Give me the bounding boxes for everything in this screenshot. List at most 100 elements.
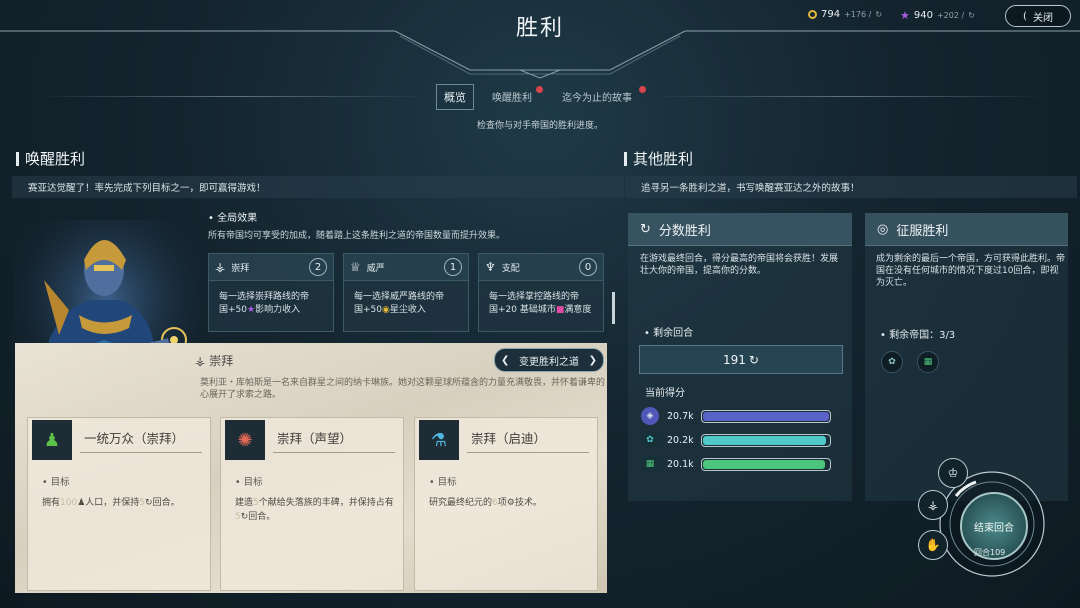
goal-divider <box>273 452 395 453</box>
effect-desc-line2a: 国+50 <box>219 305 247 315</box>
effect-card-dominion[interactable]: ♆ 支配 0 每一选择掌控路线的帝 国+20 基础城市■满意度 <box>478 253 604 332</box>
effect-name: 崇拜 <box>231 263 250 274</box>
goal-label-text: 目标 <box>437 477 457 488</box>
effect-desc: 每一选择掌控路线的帝 国+20 基础城市■满意度 <box>479 281 603 317</box>
effects-scrollbar[interactable] <box>612 292 615 324</box>
empire-emblem-icon: ▦ <box>641 455 659 473</box>
score-bar-fill <box>703 411 829 421</box>
rounds-remaining-label: • 剩余回合 <box>644 328 694 339</box>
goal-label: • 目标 <box>429 477 457 488</box>
path-name-text: 崇拜 <box>209 354 234 368</box>
goal-title: 一统万众（崇拜） <box>84 431 185 446</box>
tab-rule-right <box>652 96 1047 97</box>
goal-card-unity[interactable]: ♟ 一统万众（崇拜） • 目标 拥有100♟人口，并保持5↻回合。 <box>27 417 211 591</box>
empire-emblem-icon: ▦ <box>917 351 939 373</box>
score-value: 20.7k <box>667 410 694 422</box>
empire-emblem-icon: ✿ <box>881 351 903 373</box>
goal-desc: 建造5个献给失落族的丰碑，并保持占有5↻回合。 <box>235 496 397 524</box>
section-marker <box>624 151 627 166</box>
goal-desc-number: 100 <box>60 498 78 508</box>
effect-card-worship[interactable]: ⚶ 崇拜 2 每一选择崇拜路线的帝 国+50★影响力收入 <box>208 253 334 332</box>
tab-overview[interactable]: 概览 <box>436 84 474 110</box>
score-row: ▦ 20.1k <box>641 455 831 473</box>
goal-card-prestige[interactable]: ✺ 崇拜（声望） • 目标 建造5个献给失落族的丰碑，并保持占有5↻回合。 <box>220 417 404 591</box>
star-icon: ★ <box>900 9 910 22</box>
effect-card-majesty[interactable]: ♕ 威严 1 每一选择威严路线的帝 国+50◉星尘收入 <box>343 253 469 332</box>
dust-delta: +202 / <box>936 11 965 20</box>
tab-story-label: 迄今为止的故事 <box>562 93 632 104</box>
alert-dot-icon <box>536 86 543 93</box>
other-banner-text: 追寻另一条胜利之道，书写唤醒赛亚达之外的故事！ <box>641 183 860 194</box>
score-row: ✿ 20.2k <box>641 431 831 449</box>
rounds-remaining-value: 191 <box>723 352 746 367</box>
score-victory-title: 分数胜利 <box>658 223 711 239</box>
dominion-icon: ♆ <box>485 260 496 274</box>
conquest-victory-header: ◎ 征服胜利 <box>865 213 1068 246</box>
effect-count-badge: 2 <box>309 258 327 276</box>
turn-icon: ↻ <box>748 352 759 367</box>
majesty-icon: ♕ <box>350 260 361 274</box>
tab-story-so-far[interactable]: 迄今为止的故事 <box>562 89 632 104</box>
influence-resource: 794 +176 / ↻ <box>808 9 882 20</box>
worship-icon: ⚶ <box>215 260 226 274</box>
goal-divider <box>467 452 589 453</box>
effect-desc: 每一选择威严路线的帝 国+50◉星尘收入 <box>344 281 468 317</box>
effect-card-header: ♕ 威严 1 <box>344 254 468 281</box>
conquest-victory-title: 征服胜利 <box>896 223 949 239</box>
effect-desc-line1: 每一选择崇拜路线的帝 <box>219 292 310 302</box>
score-row: ◈ 20.7k <box>641 407 831 425</box>
turn-icon: ↻ <box>968 11 975 20</box>
global-effects-desc: 所有帝国均可享受的加成，随着踏上这条胜利之道的帝国数量而提升效果。 <box>208 231 506 241</box>
goal-card-enlightenment[interactable]: ⚗ 崇拜（启迪） • 目标 研究最终纪元的6项⚙技术。 <box>414 417 598 591</box>
change-victory-path-button[interactable]: ❮ 变更胜利之道 ❯ <box>494 348 604 372</box>
effect-desc-line2b: 星尘收入 <box>389 305 426 315</box>
conquest-icon: ◎ <box>877 221 889 237</box>
effect-desc-line2b: 满意度 <box>564 305 592 315</box>
chevron-right-icon: ❯ <box>588 354 597 366</box>
score-bar <box>701 409 831 423</box>
turn-icon: ↻ <box>875 10 883 19</box>
remaining-empires-label: • 剩余帝国：3/3 <box>880 330 956 341</box>
goal-desc-b: 个献给失落族的丰碑，并保持占有 <box>258 498 394 508</box>
dust-resource: ★ 940 +202 / ↻ <box>900 9 975 22</box>
effect-name: 支配 <box>501 263 520 274</box>
influence-coin-icon: ◉ <box>382 305 390 315</box>
empire-emblem-icon: ◈ <box>641 407 659 425</box>
goal-desc-a: 拥有 <box>42 498 61 508</box>
spiral-icon: ✺ <box>225 420 265 460</box>
turn-icon: ↻ <box>640 221 651 237</box>
score-victory-header: ↻ 分数胜利 <box>628 213 852 246</box>
tab-awakening-victory[interactable]: 唤醒胜利 <box>492 89 532 104</box>
victory-icon[interactable]: ⚶ <box>918 490 948 520</box>
goal-label-text: 目标 <box>50 477 70 488</box>
effect-card-header: ⚶ 崇拜 2 <box>209 254 333 281</box>
diplomacy-icon[interactable]: ♔ <box>938 458 968 488</box>
effect-desc: 每一选择崇拜路线的帝 国+50★影响力收入 <box>209 281 333 317</box>
rounds-remaining-box: 191 ↻ <box>639 345 843 374</box>
close-button[interactable]: ( 关闭 <box>1005 5 1071 27</box>
empire-emblem-icon: ✿ <box>641 431 659 449</box>
other-victories-title: 其他胜利 <box>624 148 693 169</box>
star-icon: ★ <box>247 305 256 315</box>
tab-awakening-label: 唤醒胜利 <box>492 93 532 104</box>
awakening-banner-text: 赛亚达觉醒了！率先完成下列目标之一，即可赢得游戏！ <box>28 183 266 194</box>
goal-desc-a: 研究最终纪元的 <box>429 498 493 508</box>
score-victory-desc: 在游戏最终回合，得分最高的帝国将会获胜！发展壮大你的帝国，提高你的分数。 <box>640 254 839 276</box>
influence-coin-icon <box>808 10 817 19</box>
flask-icon: ⚗ <box>419 420 459 460</box>
handshake-icon[interactable]: ✋ <box>918 530 948 560</box>
goal-desc-a: 建造 <box>235 498 254 508</box>
goal-title: 崇拜（声望） <box>277 431 353 446</box>
effect-desc-line2b: 影响力收入 <box>255 305 301 315</box>
effect-count-badge: 1 <box>444 258 462 276</box>
page-title: 胜利 <box>515 16 564 41</box>
score-bar <box>701 433 831 447</box>
worship-icon: ⚶ <box>195 354 206 368</box>
remaining-empires-text: 剩余帝国：3/3 <box>889 330 956 341</box>
page-subtitle: 检查你与对手帝国的胜利进度。 <box>476 121 603 131</box>
end-turn-label: 结束回合 <box>974 522 1014 534</box>
close-left-bracket-icon: ( <box>1023 10 1027 22</box>
goal-desc: 研究最终纪元的6项⚙技术。 <box>429 496 591 510</box>
current-score-label: 当前得分 <box>645 388 685 399</box>
global-effects-title: • 全局效果 <box>208 213 258 224</box>
